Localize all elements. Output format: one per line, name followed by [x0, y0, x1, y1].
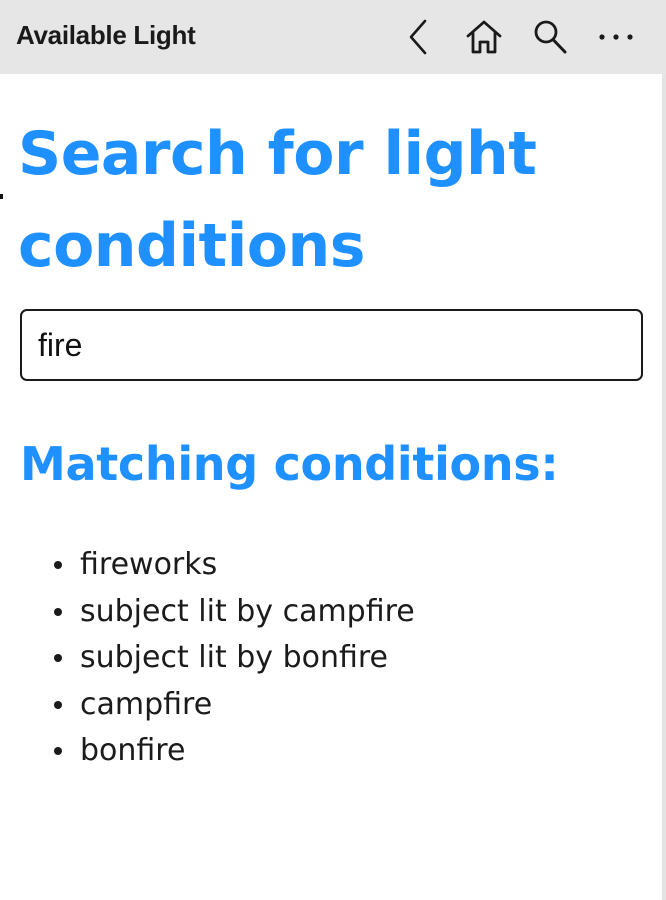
bullet-icon	[54, 607, 62, 616]
list-item: bonfire	[52, 728, 415, 775]
list-item-label: campfire	[80, 686, 213, 722]
back-button[interactable]	[394, 14, 442, 60]
search-icon	[534, 20, 567, 54]
bullet-icon	[54, 654, 62, 662]
list-item-label: subject lit by campfire	[80, 593, 415, 629]
list-item-label: bonfire	[80, 733, 186, 768]
bullet-icon	[54, 700, 62, 709]
more-options-button[interactable]	[592, 14, 640, 60]
chevron-left-icon	[409, 19, 427, 55]
list-item: subject lit by bonfire	[52, 635, 415, 682]
results-heading: Matching conditions:	[20, 437, 559, 491]
bullet-icon	[54, 561, 62, 569]
page-title: Search for light conditions	[18, 119, 537, 281]
window-edge	[662, 0, 666, 900]
more-horizontal-icon	[599, 34, 633, 40]
list-item: campfire	[52, 682, 415, 729]
results-list: fireworks subject lit by campfire subjec…	[52, 542, 415, 775]
home-button[interactable]	[460, 14, 508, 60]
search-button[interactable]	[526, 14, 574, 60]
list-item: fireworks	[52, 542, 415, 589]
search-input[interactable]	[20, 309, 643, 381]
list-item-label: subject lit by bonfire	[80, 640, 389, 675]
title-bar: Available Light	[0, 0, 666, 74]
app-title: Available Light	[16, 20, 196, 50]
home-icon	[466, 20, 502, 54]
bullet-icon	[54, 747, 62, 755]
list-item-label: fireworks	[80, 547, 218, 582]
text-cursor-mark	[0, 194, 3, 199]
list-item: subject lit by campfire	[52, 589, 415, 636]
